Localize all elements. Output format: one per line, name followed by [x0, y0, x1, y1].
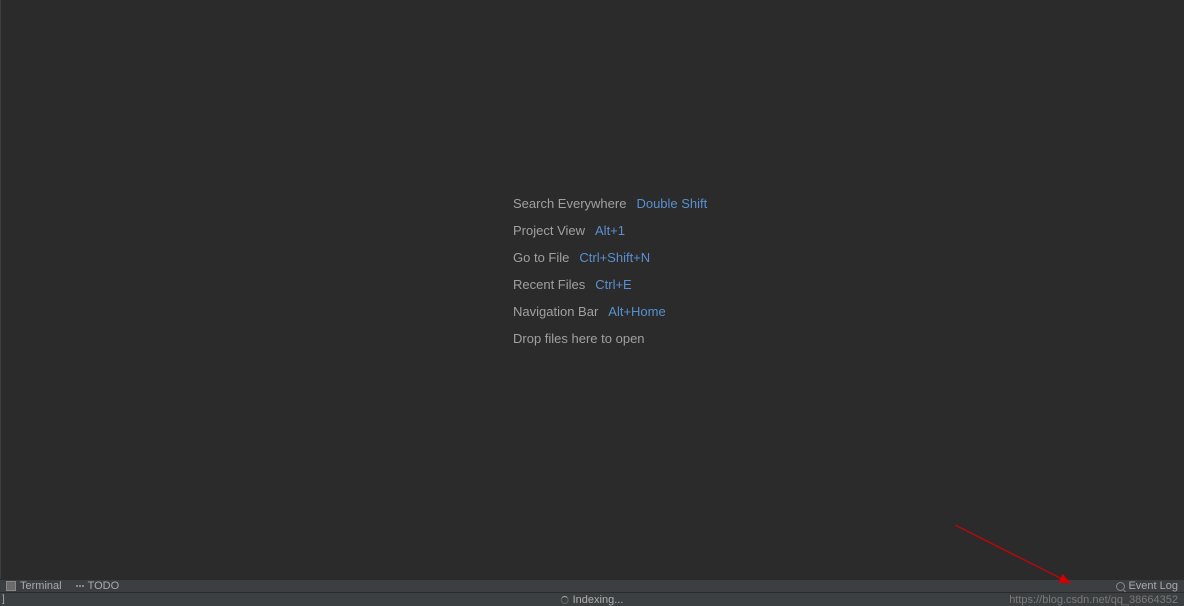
- hint-shortcut: Ctrl+E: [595, 277, 631, 292]
- hint-label: Go to File: [513, 250, 569, 265]
- hint-label: Drop files here to open: [513, 331, 645, 346]
- status-center-text: Indexing...: [573, 594, 624, 606]
- hint-shortcut: Ctrl+Shift+N: [579, 250, 650, 265]
- hint-label: Recent Files: [513, 277, 585, 292]
- spinner-icon: [561, 596, 569, 604]
- hint-navigation-bar: Navigation Bar Alt+Home: [513, 304, 707, 319]
- event-log-icon: [1116, 582, 1125, 591]
- todo-label: TODO: [88, 580, 120, 592]
- hint-label: Search Everywhere: [513, 196, 626, 211]
- hint-search-everywhere: Search Everywhere Double Shift: [513, 196, 707, 211]
- todo-icon: [76, 585, 84, 587]
- hint-project-view: Project View Alt+1: [513, 223, 707, 238]
- hint-label: Project View: [513, 223, 585, 238]
- editor-empty-area[interactable]: Search Everywhere Double Shift Project V…: [0, 0, 1184, 579]
- terminal-tool-button[interactable]: Terminal: [6, 580, 62, 592]
- terminal-icon: [6, 581, 16, 591]
- hint-label: Navigation Bar: [513, 304, 598, 319]
- welcome-hints: Search Everywhere Double Shift Project V…: [513, 196, 707, 346]
- event-log-button[interactable]: Event Log: [1116, 580, 1178, 592]
- hint-shortcut: Alt+1: [595, 223, 625, 238]
- hint-shortcut: Double Shift: [636, 196, 707, 211]
- event-log-label: Event Log: [1128, 580, 1178, 592]
- hint-recent-files: Recent Files Ctrl+E: [513, 277, 707, 292]
- watermark-url: https://blog.csdn.net/qq_38664352: [1009, 594, 1178, 606]
- hint-go-to-file: Go to File Ctrl+Shift+N: [513, 250, 707, 265]
- hint-shortcut: Alt+Home: [608, 304, 665, 319]
- status-left: ]: [0, 594, 5, 605]
- terminal-label: Terminal: [20, 580, 62, 592]
- status-indexing: Indexing...: [561, 594, 624, 606]
- status-bar: ] Indexing... https://blog.csdn.net/qq_3…: [0, 592, 1184, 606]
- bottom-tool-window-bar: Terminal TODO Event Log: [0, 579, 1184, 592]
- todo-tool-button[interactable]: TODO: [76, 580, 120, 592]
- hint-drop-files: Drop files here to open: [513, 331, 707, 346]
